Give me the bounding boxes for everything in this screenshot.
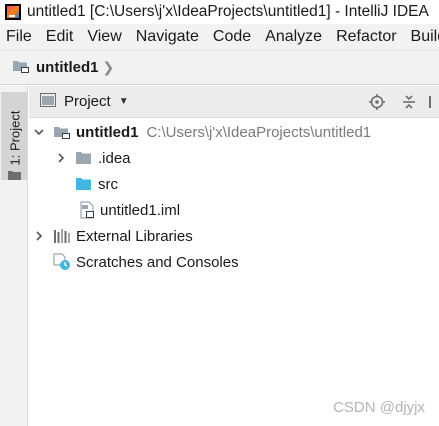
- project-tool-label: 1: Project: [7, 110, 23, 166]
- tree-row-src[interactable]: src: [75, 171, 118, 197]
- view-selector-dropdown-icon[interactable]: ▼: [119, 96, 129, 107]
- view-selector-label[interactable]: Project: [64, 93, 111, 110]
- project-folder-icon: [12, 58, 30, 78]
- breadcrumb-chevron-icon: ❯: [102, 59, 115, 75]
- window-title: untitled1 [C:\Users\j'x\IdeaProjects\unt…: [27, 3, 429, 20]
- navigation-bar: untitled1 ❯: [0, 50, 439, 85]
- menu-analyze[interactable]: Analyze: [259, 28, 330, 46]
- idea-folder-label: .idea: [98, 149, 131, 167]
- tree-row-scratches[interactable]: Scratches and Consoles: [53, 249, 239, 275]
- menu-navigate[interactable]: Navigate: [130, 28, 207, 46]
- folder-icon: [8, 171, 21, 180]
- menu-file[interactable]: File: [0, 28, 40, 46]
- locate-file-icon[interactable]: [365, 90, 389, 114]
- external-libraries-label: External Libraries: [76, 227, 193, 245]
- project-toolwindow-header: Project ▼: [29, 86, 439, 118]
- breadcrumb-project[interactable]: untitled1: [36, 59, 99, 76]
- scratches-icon: [53, 253, 71, 271]
- scratches-label: Scratches and Consoles: [76, 253, 239, 271]
- root-module-label: untitled1: [76, 123, 139, 141]
- menu-view[interactable]: View: [81, 28, 129, 46]
- tree-row-external-libraries[interactable]: External Libraries: [33, 223, 193, 249]
- intellij-logo-icon: [5, 4, 21, 20]
- expanded-arrow-icon[interactable]: [33, 126, 45, 138]
- watermark-text: CSDN @djyjx: [333, 399, 425, 416]
- project-tool-button[interactable]: 1: Project: [1, 92, 27, 180]
- module-file-icon: [79, 201, 95, 219]
- libraries-icon: [53, 228, 71, 244]
- tree-row-iml[interactable]: untitled1.iml: [79, 197, 180, 223]
- root-module-path: C:\Users\j'x\IdeaProjects\untitled1: [146, 123, 372, 141]
- project-tree: untitled1 C:\Users\j'x\IdeaProjects\unti…: [29, 119, 439, 426]
- menu-refactor[interactable]: Refactor: [330, 28, 404, 46]
- menu-code[interactable]: Code: [207, 28, 259, 46]
- folder-icon: [75, 151, 93, 165]
- left-tool-stripe: 1: Project: [0, 86, 28, 426]
- tree-row-root[interactable]: untitled1 C:\Users\j'x\IdeaProjects\unti…: [33, 119, 371, 145]
- menu-edit[interactable]: Edit: [40, 28, 82, 46]
- iml-file-label: untitled1.iml: [100, 201, 181, 219]
- collapse-all-icon[interactable]: [397, 90, 421, 114]
- toolwindow-actions: [357, 86, 439, 118]
- source-folder-icon: [75, 177, 93, 191]
- collapsed-arrow-icon[interactable]: [33, 230, 45, 242]
- collapsed-arrow-icon[interactable]: [55, 152, 67, 164]
- menu-build[interactable]: Build: [405, 28, 439, 46]
- menu-bar: File Edit View Navigate Code Analyze Ref…: [0, 24, 439, 50]
- src-folder-label: src: [98, 175, 118, 193]
- settings-icon[interactable]: [427, 90, 439, 114]
- title-bar[interactable]: untitled1 [C:\Users\j'x\IdeaProjects\unt…: [0, 0, 439, 24]
- project-view-icon: [40, 92, 56, 111]
- ide-window: untitled1 [C:\Users\j'x\IdeaProjects\unt…: [0, 0, 439, 426]
- module-folder-icon: [53, 124, 71, 140]
- tree-row-idea[interactable]: .idea: [55, 145, 131, 171]
